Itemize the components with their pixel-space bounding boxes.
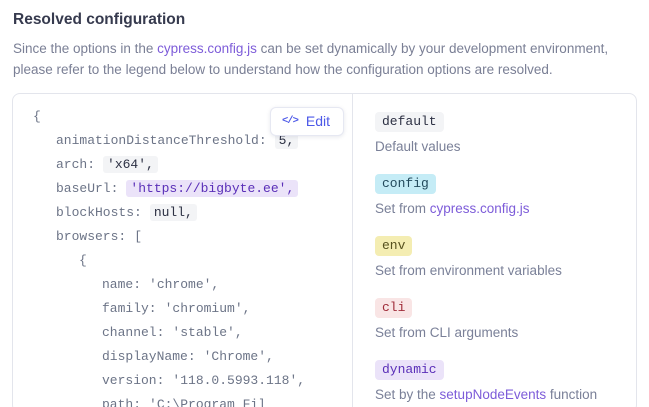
edit-button-label: Edit [305, 113, 330, 129]
code-line: arch: 'x64', [33, 153, 352, 177]
code-value: [ [134, 229, 143, 244]
code-line: path: 'C:\Program Fil [33, 393, 352, 407]
code-value: 'stable', [172, 325, 243, 340]
legend-description: Set from CLI arguments [375, 323, 636, 342]
legend-desc-before: Set from environment variables [375, 263, 562, 278]
code-key: channel: [102, 325, 165, 340]
legend-item: dynamic Set by the setupNodeEvents funct… [375, 360, 636, 404]
code-value: 'chromium', [164, 301, 251, 316]
cypress-config-link[interactable]: cypress.config.js [157, 41, 257, 56]
code-key: baseUrl: [56, 181, 119, 196]
code-key: arch: [56, 157, 96, 172]
config-code-panel: {animationDistanceThreshold: 5, arch:'x64'… [13, 94, 353, 407]
code-line: browsers: [ [33, 225, 352, 249]
legend-badge-default: default [375, 112, 444, 132]
code-line: version: '118.0.5993.118', [33, 369, 352, 393]
legend-description: Default values [375, 137, 636, 156]
code-key: blockHosts: [56, 205, 142, 220]
code-line: channel: 'stable', [33, 321, 352, 345]
code-line: name: 'chrome', [33, 273, 352, 297]
code-line: baseUrl: 'https://bigbyte.ee', [33, 177, 352, 201]
intro-text-before: Since the options in the [13, 41, 158, 56]
edit-button[interactable]: </> Edit [269, 107, 344, 136]
code-key: path: [102, 397, 142, 407]
code-key: family: [102, 301, 157, 316]
legend-item: env Set from environment variables [375, 236, 636, 280]
legend-badge-dynamic: dynamic [375, 360, 444, 380]
legend-description: Set from environment variables [375, 261, 636, 280]
legend-desc-after: function [546, 387, 598, 402]
code-line: blockHosts: null, [33, 201, 352, 225]
legend-desc-link[interactable]: setupNodeEvents [440, 387, 547, 402]
legend-desc-before: Default values [375, 139, 461, 154]
legend-list: default Default values config Set from c… [375, 112, 636, 404]
code-value: 'https://bigbyte.ee', [126, 180, 299, 197]
code-value: 'chrome', [149, 277, 220, 292]
code-value: { [79, 253, 87, 268]
legend-desc-before: Set from CLI arguments [375, 325, 519, 340]
code-value: 'C:\Program Fil [149, 397, 267, 407]
code-line: { [33, 249, 352, 273]
code-key: animationDistanceThreshold: [56, 133, 267, 148]
resolved-configuration-page: Resolved configuration Since the options… [0, 0, 649, 407]
code-line: displayName: 'Chrome', [33, 345, 352, 369]
legend-description: Set from cypress.config.js [375, 199, 636, 218]
legend-item: default Default values [375, 112, 636, 156]
intro-text: Since the options in the cypress.config.… [13, 39, 649, 80]
page-title: Resolved configuration [13, 11, 186, 28]
legend-desc-before: Set by the [375, 387, 440, 402]
legend-description: Set by the setupNodeEvents function [375, 385, 636, 404]
legend-badge-config: config [375, 174, 436, 194]
code-value: null, [149, 204, 197, 221]
code-value: '118.0.5993.118', [172, 373, 306, 388]
legend-badge-env: env [375, 236, 413, 256]
code-value: 'Chrome', [203, 349, 274, 364]
code-key: displayName: [102, 349, 196, 364]
resolved-config-panel: {animationDistanceThreshold: 5, arch:'x64'… [12, 93, 637, 407]
code-value: { [33, 109, 41, 124]
legend-item: cli Set from CLI arguments [375, 298, 636, 342]
legend-panel: default Default values config Set from c… [353, 94, 636, 407]
legend-item: config Set from cypress.config.js [375, 174, 636, 218]
code-line: family: 'chromium', [33, 297, 352, 321]
config-code-lines: {animationDistanceThreshold: 5, arch:'x64'… [33, 105, 352, 407]
code-key: browsers: [56, 229, 127, 244]
code-key: version: [102, 373, 165, 388]
legend-badge-cli: cli [375, 298, 413, 318]
legend-desc-before: Set from [375, 201, 430, 216]
code-icon: </> [281, 115, 299, 127]
code-value: 'x64', [103, 156, 158, 173]
legend-desc-link[interactable]: cypress.config.js [430, 201, 530, 216]
code-key: name: [102, 277, 142, 292]
